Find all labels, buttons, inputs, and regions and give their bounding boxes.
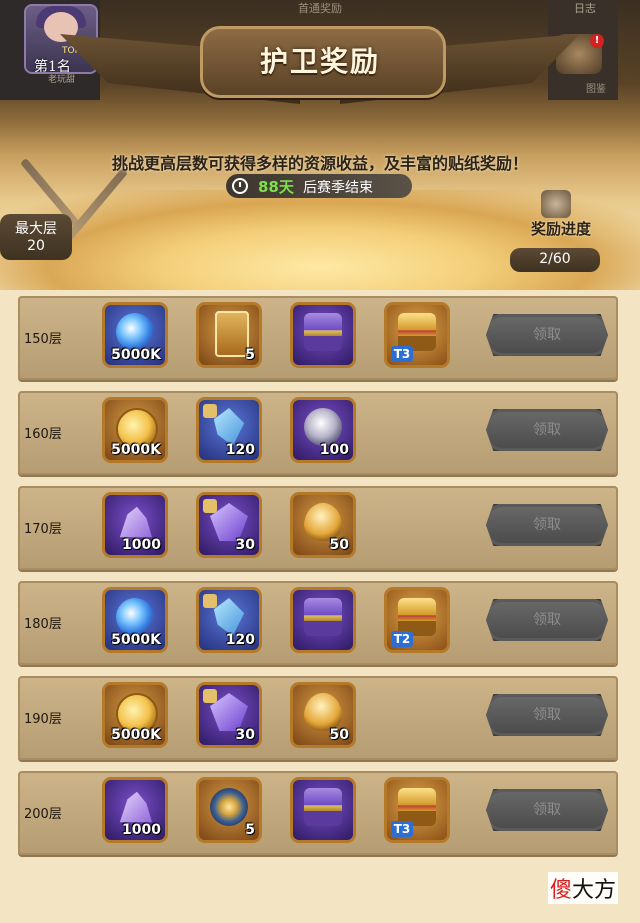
puzzle-piece-icon	[203, 594, 217, 608]
reward-item[interactable]: 50	[290, 492, 356, 558]
claim-button[interactable]: 领取	[486, 314, 608, 356]
item-quantity: 1000	[122, 822, 161, 838]
clock-icon	[232, 178, 248, 194]
reward-progress-value: 2/60	[539, 251, 571, 267]
reward-row: 150层 5000K 5 T3 领取	[18, 296, 618, 380]
reward-row: 170层 1000 30 50 领取	[18, 486, 618, 570]
chest-icon	[304, 313, 342, 351]
swirl-icon	[116, 598, 154, 636]
puzzle-piece-icon	[203, 689, 217, 703]
item-quantity: 5000K	[111, 727, 161, 743]
claim-button[interactable]: 领取	[486, 409, 608, 451]
floor-label: 200层	[24, 807, 62, 822]
reward-item[interactable]: 1000	[102, 777, 168, 843]
item-quantity: 5000K	[111, 347, 161, 363]
puzzle-piece-icon	[203, 404, 217, 418]
item-quantity: 5000K	[111, 632, 161, 648]
reward-item[interactable]	[290, 587, 356, 653]
floor-label: 180层	[24, 617, 62, 632]
chest-icon	[304, 788, 342, 826]
floor-label: 170层	[24, 522, 62, 537]
reward-item[interactable]	[290, 777, 356, 843]
item-tier-badge: T2	[391, 631, 413, 647]
claim-button[interactable]: 领取	[486, 504, 608, 546]
gem-icon	[304, 408, 342, 446]
reward-progress-icon	[541, 190, 571, 218]
avatar-subtitle: 老玩甜	[48, 75, 76, 85]
seed-icon	[304, 503, 342, 541]
reward-item[interactable]: 120	[196, 397, 262, 463]
reward-item[interactable]: T3	[384, 302, 450, 368]
reward-item[interactable]: 5	[196, 777, 262, 843]
seed-icon	[304, 693, 342, 731]
reward-item[interactable]: 30	[196, 682, 262, 748]
item-tier-badge: T3	[391, 346, 413, 362]
reward-row: 190层 5000K 30 50 领取	[18, 676, 618, 760]
puzzle-piece-icon	[203, 499, 217, 513]
reward-row: 200层 1000 5 T3 领取	[18, 771, 618, 855]
reward-list[interactable]: 150层 5000K 5 T3 领取 160层 5000K 120 100 领取 170层 1000 3…	[18, 296, 618, 866]
reward-item[interactable]: 5000K	[102, 587, 168, 653]
watermark-rest: 大方	[572, 878, 617, 903]
reward-progress-label: 奖励进度	[530, 220, 591, 238]
reward-item[interactable]: 120	[196, 587, 262, 653]
max-floor-value: 20	[27, 238, 45, 254]
item-quantity: 5000K	[111, 442, 161, 458]
claim-button[interactable]: 领取	[486, 789, 608, 831]
event-description: 挑战更高层数可获得多样的资源收益，及丰富的贴纸奖励！	[111, 154, 528, 173]
alert-badge: !	[590, 34, 604, 48]
swirl-icon	[116, 313, 154, 351]
item-quantity: 30	[235, 727, 255, 743]
item-quantity: 5	[245, 347, 255, 363]
card-icon	[215, 311, 249, 357]
reward-row: 180层 5000K 120 T2 领取	[18, 581, 618, 665]
compass-icon	[210, 788, 248, 826]
season-days-remaining: 88天	[258, 178, 294, 196]
tab-log[interactable]: 日志	[574, 0, 596, 16]
item-quantity: 50	[329, 537, 349, 553]
codex-label: 图鉴	[586, 84, 606, 95]
reward-item[interactable]	[290, 302, 356, 368]
reward-item[interactable]: T2	[384, 587, 450, 653]
item-quantity: 30	[235, 537, 255, 553]
max-floor-badge: 最大层 20	[0, 214, 72, 260]
max-floor-label: 最大层	[15, 221, 57, 237]
reward-item[interactable]: 30	[196, 492, 262, 558]
claim-button[interactable]: 领取	[486, 599, 608, 641]
watermark-first-char: 傻	[550, 878, 573, 903]
page-title: 护卫奖励	[259, 45, 380, 78]
ore-icon	[119, 791, 153, 823]
item-quantity: 120	[225, 442, 255, 458]
item-quantity: 120	[225, 632, 255, 648]
tab-first-clear-reward[interactable]: 首通奖励	[250, 0, 390, 15]
reward-item[interactable]: 5000K	[102, 397, 168, 463]
ore-icon	[119, 506, 153, 538]
reward-item[interactable]: 100	[290, 397, 356, 463]
reward-item[interactable]: 5	[196, 302, 262, 368]
reward-row: 160层 5000K 120 100 领取	[18, 391, 618, 475]
reward-item[interactable]: 50	[290, 682, 356, 748]
season-end-label: 后赛季结束	[303, 180, 373, 196]
reward-item[interactable]: 1000	[102, 492, 168, 558]
chest-icon	[304, 598, 342, 636]
item-quantity: 50	[329, 727, 349, 743]
floor-label: 190层	[24, 712, 62, 727]
item-quantity: 5	[245, 822, 255, 838]
item-quantity: 100	[319, 442, 349, 458]
floor-label: 160层	[24, 427, 62, 442]
reward-item[interactable]: 5000K	[102, 302, 168, 368]
floor-label: 150层	[24, 332, 62, 347]
watermark: 傻大方	[548, 872, 619, 904]
item-quantity: 1000	[122, 537, 161, 553]
item-tier-badge: T3	[391, 821, 413, 837]
claim-button[interactable]: 领取	[486, 694, 608, 736]
reward-item[interactable]: 5000K	[102, 682, 168, 748]
reward-progress-badge: 2/60	[510, 248, 600, 272]
reward-item[interactable]: T3	[384, 777, 450, 843]
